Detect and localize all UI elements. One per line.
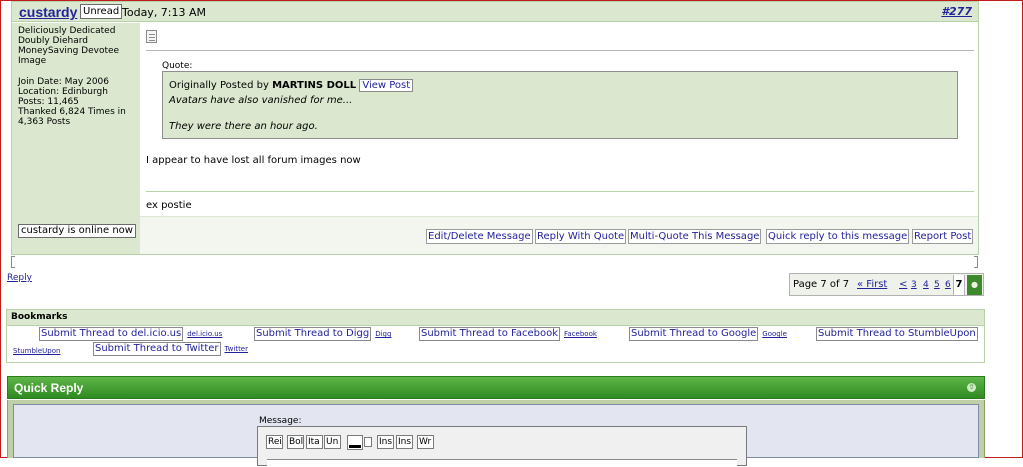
bookmark-item: Submit Thread to Google Google [629, 327, 787, 341]
report-post-button[interactable]: Report Post [912, 229, 974, 244]
post-actions: Edit/Delete Message Reply With Quote Mul… [140, 216, 978, 254]
signature: ex postie [146, 200, 192, 211]
quick-reply-form: Message: Rei Bol Ita Un Ins Ins Wr [13, 404, 979, 467]
page-label: Page 7 of 7 [793, 279, 850, 290]
color-dropdown-icon[interactable] [364, 437, 372, 447]
post-header: custardy Unread Today, 7:13 AM #277 [12, 2, 978, 22]
edit-delete-button[interactable]: Edit/Delete Message [426, 229, 533, 244]
prev-page-link[interactable]: < [899, 279, 907, 290]
bookmark-tag[interactable]: Digg [375, 330, 391, 338]
bookmark-item: StumbleUpon [13, 345, 60, 359]
quick-reply-button[interactable]: Quick reply to this message [766, 229, 910, 244]
quote-line: They were there an hour ago. [169, 121, 318, 132]
bookmark-item: Submit Thread to StumbleUpon [816, 327, 978, 341]
user-title-image-placeholder: Image [18, 56, 47, 66]
bookmarks-title: Bookmarks [7, 310, 984, 326]
bookmark-tag[interactable]: del.icio.us [187, 330, 222, 338]
quick-reply-body: Message: Rei Bol Ita Un Ins Ins Wr [7, 400, 985, 467]
bookmark-tag[interactable]: Twitter [225, 345, 248, 353]
thanked-posts: 4,363 Posts [18, 117, 71, 127]
bold-button[interactable]: Bol [287, 435, 304, 449]
quote-author: MARTINS DOLL [272, 80, 357, 91]
user-titles: Deliciously Dedicated Doubly Diehard Mon… [18, 26, 136, 66]
quote-box: Originally Posted by MARTINS DOLL View P… [162, 71, 958, 139]
submit-delicious-button[interactable]: Submit Thread to del.icio.us [39, 327, 184, 341]
location: Location: Edinburgh [18, 87, 108, 97]
bookmark-tag[interactable]: Google [762, 330, 787, 338]
post-icon [146, 30, 157, 43]
message-textarea[interactable] [267, 459, 737, 467]
bookmark-item: Submit Thread to Facebook Facebook [419, 327, 597, 341]
page-link[interactable]: 3 [911, 280, 917, 290]
post-count: Posts: 11,465 [18, 97, 79, 107]
submit-twitter-button[interactable]: Submit Thread to Twitter [93, 342, 221, 356]
submit-digg-button[interactable]: Submit Thread to Digg [254, 327, 372, 341]
user-title: Doubly Diehard [18, 36, 88, 46]
insert-link-button[interactable]: Ins [377, 435, 394, 449]
bookmark-tag[interactable]: StumbleUpon [13, 347, 60, 355]
post-date: Today, 7:13 AM [122, 6, 207, 19]
bookmark-item: Submit Thread to del.icio.us del.icio.us [39, 327, 222, 341]
user-title: MoneySaving Devotee [18, 46, 120, 56]
collapse-icon[interactable]: ⇧ [967, 383, 976, 392]
view-post-button[interactable]: View Post [359, 79, 414, 92]
reply-link[interactable]: Reply [7, 273, 32, 283]
post-number-link[interactable]: #277 [941, 5, 972, 18]
message-label: Message: [259, 416, 302, 426]
page-link[interactable]: 4 [923, 280, 929, 290]
quote-originally: Originally Posted by [169, 80, 269, 91]
underline-button[interactable]: Un [324, 435, 341, 449]
wrap-button[interactable]: Wr [417, 435, 434, 449]
forum-post: custardy Unread Today, 7:13 AM #277 Deli… [11, 1, 979, 255]
bookmark-item: Submit Thread to Digg Digg [254, 327, 391, 341]
quick-reply-title: Quick Reply [14, 381, 84, 395]
bookmark-item: Submit Thread to Twitter Twitter [93, 342, 248, 356]
user-sidebar: Deliciously Dedicated Doubly Diehard Mon… [12, 23, 140, 254]
remove-format-button[interactable]: Rei [266, 435, 283, 449]
reply-with-quote-button[interactable]: Reply With Quote [535, 229, 627, 244]
thanked-count: Thanked 6,824 Times in [18, 107, 126, 117]
current-page: 7 [953, 275, 965, 295]
user-title: Deliciously Dedicated [18, 26, 116, 36]
first-page-link[interactable]: « First [857, 279, 887, 290]
quote-attribution: Originally Posted by MARTINS DOLL View P… [169, 79, 414, 92]
multi-quote-button[interactable]: Multi-Quote This Message [628, 229, 762, 244]
page-link[interactable]: 5 [934, 280, 940, 290]
divider [146, 50, 974, 51]
submit-stumbleupon-button[interactable]: Submit Thread to StumbleUpon [816, 327, 978, 341]
online-status: custardy is online now [18, 224, 136, 238]
quote-line: Avatars have also vanished for me... [169, 95, 353, 106]
message-editor: Rei Bol Ita Un Ins Ins Wr [257, 426, 747, 467]
page-link[interactable]: 6 [945, 280, 951, 290]
italic-button[interactable]: Ita [306, 435, 323, 449]
submit-facebook-button[interactable]: Submit Thread to Facebook [419, 327, 561, 341]
submit-google-button[interactable]: Submit Thread to Google [629, 327, 759, 341]
spacer-bracket [974, 256, 978, 268]
quote-label: Quote: [162, 61, 193, 71]
spacer-bracket [11, 256, 15, 268]
join-date: Join Date: May 2006 [18, 77, 110, 87]
unread-badge: Unread [80, 4, 123, 19]
user-stats: Join Date: May 2006 Location: Edinburgh … [18, 77, 136, 127]
font-color-icon[interactable] [347, 435, 363, 450]
bookmark-tag[interactable]: Facebook [564, 330, 597, 338]
message-text: I appear to have lost all forum images n… [146, 155, 361, 166]
quick-reply-header: Quick Reply ⇧ [7, 376, 985, 399]
signature-divider [146, 191, 974, 192]
page-navigation: Page 7 of 7 « First < 3 4 5 6 7 ● [789, 273, 984, 296]
green-arrow-icon[interactable]: ● [967, 275, 982, 295]
insert-image-button[interactable]: Ins [396, 435, 413, 449]
post-username[interactable]: custardy [19, 4, 77, 20]
post-body: Quote: Originally Posted by MARTINS DOLL… [140, 23, 978, 254]
bookmarks-panel: Bookmarks Submit Thread to del.icio.us de… [6, 309, 985, 363]
